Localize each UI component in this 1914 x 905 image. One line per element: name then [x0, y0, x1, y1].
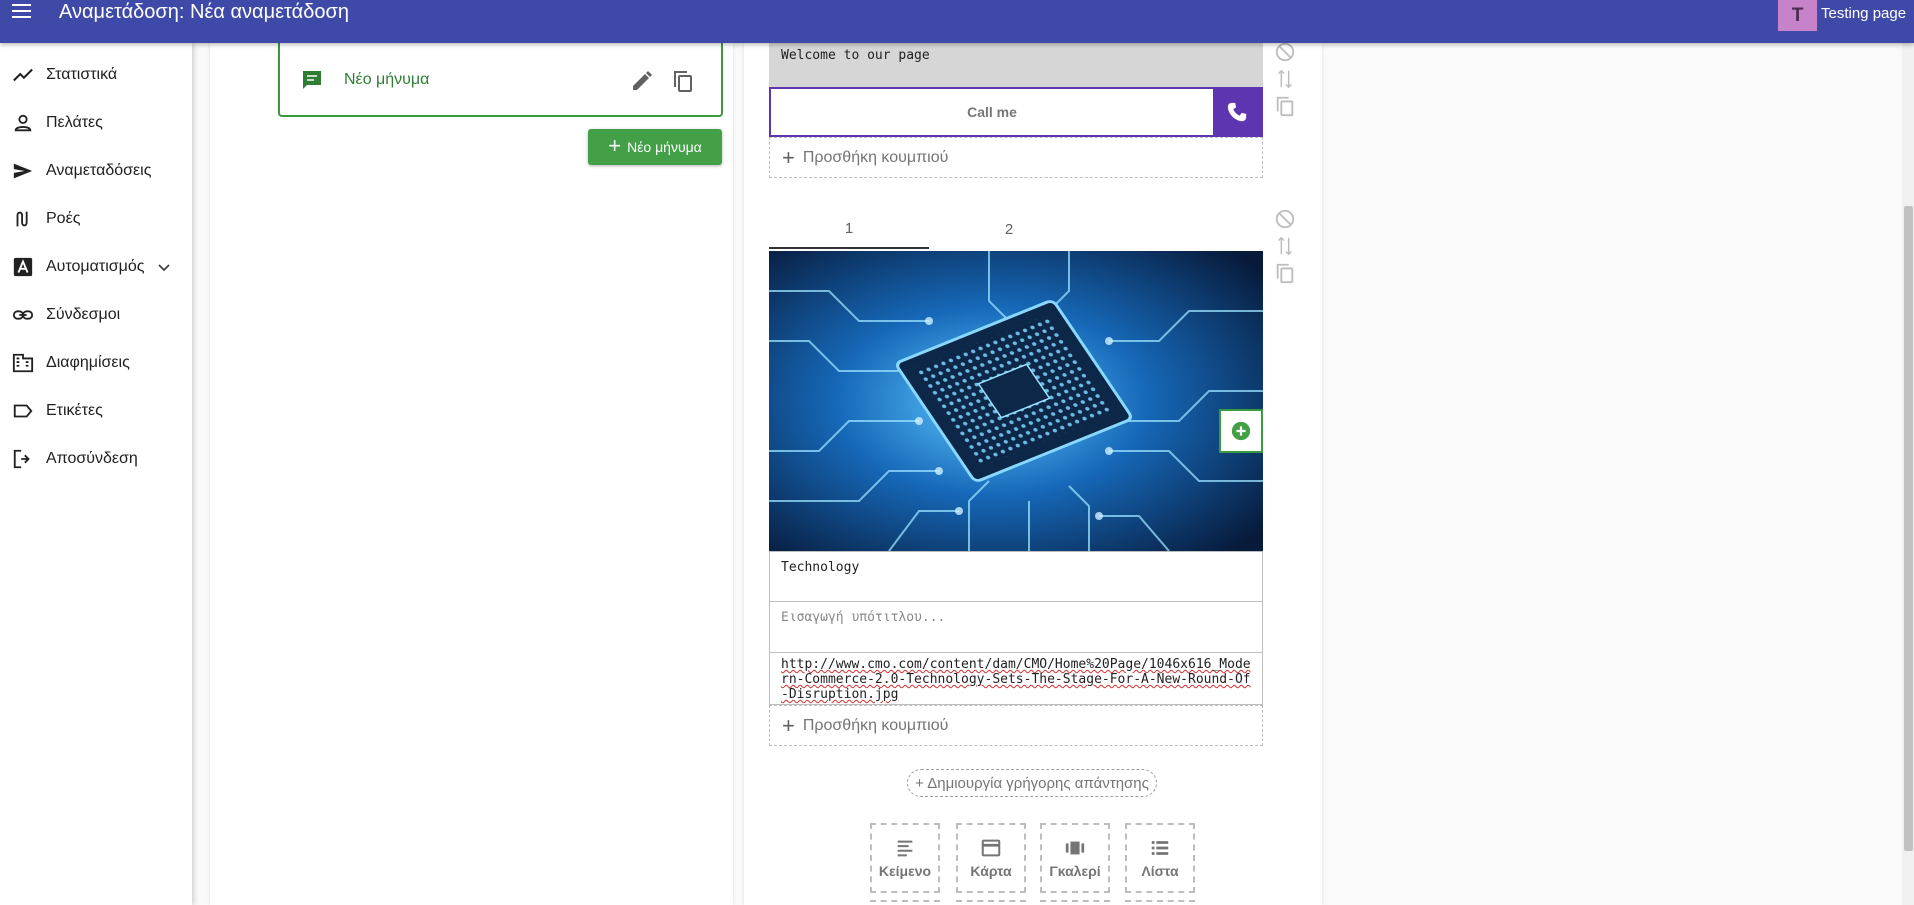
tab-2[interactable]: 2: [929, 209, 1089, 249]
text-block[interactable]: Welcome to our page: [769, 43, 1263, 87]
sidebar-item-label: Ετικέτες: [46, 402, 103, 419]
sidebar-item-flows[interactable]: Ροές: [0, 199, 192, 239]
sidebar-item-label: Στατιστικά: [46, 66, 118, 83]
block-tools: [1274, 41, 1298, 122]
reorder-icon[interactable]: [1274, 235, 1296, 257]
add-icon: +: [608, 133, 622, 158]
sidebar-item-logout[interactable]: Αποσύνδεση: [0, 439, 192, 479]
call-button-label: Call me: [967, 104, 1017, 120]
scrollbar-thumb[interactable]: [1904, 206, 1913, 851]
add-button[interactable]: + Προσθήκη κουμπιού: [769, 137, 1263, 178]
sidebar-item-automation[interactable]: Αυτοματισμός: [0, 247, 192, 287]
menu-icon[interactable]: [12, 0, 36, 22]
sidebar-item-label: Αποσύνδεση: [46, 450, 138, 467]
sidebar-item-label: Διαφημίσεις: [46, 354, 130, 371]
type-button-label: Κάρτα: [970, 863, 1012, 879]
sidebar-item-label: Αναμεταδόσεις: [46, 162, 152, 179]
add-text-button[interactable]: Κείμενο: [870, 823, 940, 893]
gallery-icon: [1065, 841, 1085, 855]
flow-icon: [12, 208, 34, 230]
add-card-button[interactable]: [1219, 409, 1263, 453]
block-icon[interactable]: [1274, 41, 1296, 63]
message-editor: Welcome to our page Call me + Προσθήκη κ…: [744, 41, 1322, 905]
text-icon: [897, 840, 913, 857]
copy-icon[interactable]: [1274, 95, 1296, 117]
block-icon[interactable]: [1274, 208, 1296, 230]
sidebar-item-ads[interactable]: Διαφημίσεις: [0, 343, 192, 383]
add-circle-icon: [1231, 421, 1251, 441]
page-title: Αναμετάδοση: Νέα αναμετάδοση: [59, 1, 349, 23]
sidebar-item-label: Πελάτες: [46, 114, 103, 131]
automation-icon: [12, 256, 34, 278]
sidebar-item-broadcasts[interactable]: Αναμεταδόσεις: [0, 151, 192, 191]
business-icon: [12, 352, 34, 374]
type-button-label: Λίστα: [1141, 863, 1179, 879]
card-image[interactable]: [769, 251, 1263, 551]
type-button-stack: [1040, 900, 1110, 902]
type-button-stack: [1125, 900, 1195, 902]
person-icon: [12, 112, 34, 134]
send-icon: [12, 160, 34, 182]
add-button-label: Προσθήκη κουμπιού: [802, 148, 949, 166]
sidebar-item-tags[interactable]: Ετικέτες: [0, 391, 192, 431]
reorder-icon[interactable]: [1274, 68, 1296, 90]
sidebar-item-label: Ροές: [46, 210, 81, 227]
sidebar-item-label: Αυτοματισμός: [46, 258, 145, 275]
page-name[interactable]: Testing page: [1821, 5, 1906, 22]
copy-icon[interactable]: [1274, 262, 1296, 284]
sidebar-item-customers[interactable]: Πελάτες: [0, 103, 192, 143]
scrollbar[interactable]: [1902, 43, 1914, 905]
sidebar-item-statistics[interactable]: Στατιστικά: [0, 55, 192, 95]
add-button[interactable]: + Προσθήκη κουμπιού: [769, 705, 1263, 746]
card-icon: [981, 839, 1001, 857]
card-subtitle-field[interactable]: Εισαγωγή υπότιτλου...: [769, 602, 1263, 653]
call-button[interactable]: Call me: [769, 87, 1263, 137]
sidebar-item-label: Σύνδεσμοι: [46, 306, 121, 323]
sidebar: Στατιστικά Πελάτες Αναμεταδόσεις Ροές Αυ…: [0, 43, 192, 905]
phone-icon: [1213, 89, 1261, 135]
avatar[interactable]: T: [1778, 0, 1817, 31]
label-icon: [12, 400, 34, 422]
card-title-field[interactable]: Technology: [769, 551, 1263, 602]
main-content: Νέο μήνυμα + Νέο μήνυμα Welcome to our p…: [192, 41, 1914, 905]
type-button-label: Γκαλερί: [1049, 863, 1101, 879]
gallery-tabs: 1 2: [769, 209, 1263, 249]
new-message-button[interactable]: + Νέο μήνυμα: [588, 129, 722, 165]
message-card[interactable]: Νέο μήνυμα: [278, 43, 723, 117]
block-tools: [1274, 208, 1298, 289]
tab-1[interactable]: 1: [769, 209, 929, 249]
add-button-label: Προσθήκη κουμπιού: [802, 716, 949, 734]
messages-panel: Νέο μήνυμα + Νέο μήνυμα: [210, 43, 733, 905]
edit-icon[interactable]: [630, 69, 654, 93]
list-icon: [1151, 841, 1169, 855]
add-list-button[interactable]: Λίστα: [1125, 823, 1195, 893]
copy-icon[interactable]: [671, 69, 695, 93]
link-icon: [12, 304, 34, 326]
trending-up-icon: [12, 64, 34, 86]
add-card-type-button[interactable]: Κάρτα: [956, 823, 1026, 893]
add-icon: +: [782, 144, 795, 170]
chat-icon: [303, 71, 321, 89]
new-message-button-label: Νέο μήνυμα: [627, 139, 702, 155]
sidebar-item-links[interactable]: Σύνδεσμοι: [0, 295, 192, 335]
message-card-label: Νέο μήνυμα: [344, 71, 430, 88]
card-url-field[interactable]: http://www.cmo.com/content/dam/CMO/Home%…: [769, 653, 1263, 705]
chevron-down-icon[interactable]: [156, 259, 172, 275]
app-bar: Αναμετάδοση: Νέα αναμετάδοση T Testing p…: [0, 0, 1914, 43]
logout-icon: [12, 448, 34, 470]
type-button-stack: [870, 900, 940, 902]
type-button-stack: [956, 900, 1026, 902]
type-button-label: Κείμενο: [878, 863, 932, 879]
add-gallery-button[interactable]: Γκαλερί: [1040, 823, 1110, 893]
add-icon: +: [782, 712, 795, 738]
quick-reply-button[interactable]: + Δημιουργία γρήγορης απάντησης: [907, 769, 1157, 797]
